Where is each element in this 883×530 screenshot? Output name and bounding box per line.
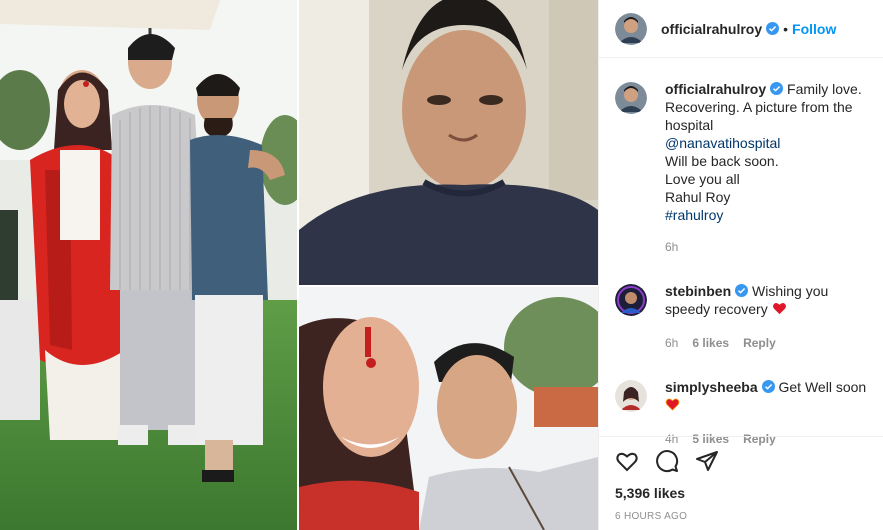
comments-section: officialrahulroy Family love. Recovering… — [599, 58, 883, 448]
paper-plane-icon[interactable] — [695, 449, 719, 481]
comment-username[interactable]: simplysheeba — [665, 379, 758, 395]
comment-likes[interactable]: 6 likes — [692, 334, 729, 352]
caption-meta: 6h — [665, 238, 867, 256]
comment-body: stebinben Wishing you speedy recovery 6h… — [665, 282, 867, 352]
author-avatar[interactable] — [615, 12, 647, 45]
post-media[interactable] — [0, 0, 598, 530]
caption-line: Family love. — [787, 81, 862, 97]
caption-line: Rahul Roy — [665, 189, 731, 205]
verified-badge-icon — [770, 81, 784, 95]
caption-username[interactable]: officialrahulroy — [665, 81, 766, 97]
follow-button[interactable]: Follow — [792, 21, 836, 37]
heart-outline-icon[interactable] — [615, 449, 639, 481]
caption-text: Recovering. A picture from the hospital … — [665, 98, 867, 224]
comment-text: Get Well soon — [778, 379, 867, 395]
speech-bubble-icon[interactable] — [655, 449, 679, 481]
couple-photo — [299, 287, 598, 530]
hashtag-link[interactable]: #rahulroy — [665, 206, 867, 224]
caption-body: officialrahulroy Family love. Recovering… — [665, 80, 867, 256]
caption-timestamp[interactable]: 6h — [665, 238, 678, 256]
post-header: officialrahulroy • Follow — [599, 0, 883, 58]
caption-line: Love you all — [665, 171, 740, 187]
post-caption: officialrahulroy Family love. Recovering… — [615, 80, 867, 256]
instagram-post: officialrahulroy • Follow officialrahulr… — [0, 0, 883, 530]
selfie-photo — [299, 0, 598, 285]
red-heart-icon — [772, 301, 787, 320]
caption-line-with-mention: hospital @nanavatihospital — [665, 116, 867, 152]
red-heart-icon — [665, 397, 680, 416]
caption-line: hospital — [665, 117, 714, 133]
verified-badge-icon — [761, 379, 775, 393]
likes-count[interactable]: 5,396 likes — [615, 485, 867, 501]
comment-meta: 6h 6 likes Reply — [665, 334, 867, 352]
post-timestamp[interactable]: 6 HOURS AGO — [615, 511, 867, 522]
reply-button[interactable]: Reply — [743, 334, 776, 352]
family-photo — [0, 0, 297, 530]
comment-timestamp[interactable]: 6h — [665, 334, 678, 352]
verified-badge-icon — [766, 22, 780, 35]
separator-dot: • — [783, 20, 789, 37]
comment-item: stebinben Wishing you speedy recovery 6h… — [615, 282, 867, 352]
post-side-panel: officialrahulroy • Follow officialrahulr… — [598, 0, 883, 530]
caption-line: Will be back soon. — [665, 153, 779, 169]
comment-username[interactable]: stebinben — [665, 283, 731, 299]
hospital-mention-link[interactable]: @nanavatihospital — [665, 134, 867, 152]
action-buttons — [615, 437, 867, 481]
commenter-avatar[interactable] — [615, 284, 647, 316]
post-actions-section: 5,396 likes 6 HOURS AGO — [599, 436, 883, 522]
caption-author-avatar[interactable] — [615, 82, 647, 114]
verified-badge-icon — [735, 283, 749, 297]
caption-line: Recovering. A picture from the — [665, 99, 853, 115]
commenter-avatar[interactable] — [615, 380, 647, 412]
author-username[interactable]: officialrahulroy — [661, 21, 762, 37]
